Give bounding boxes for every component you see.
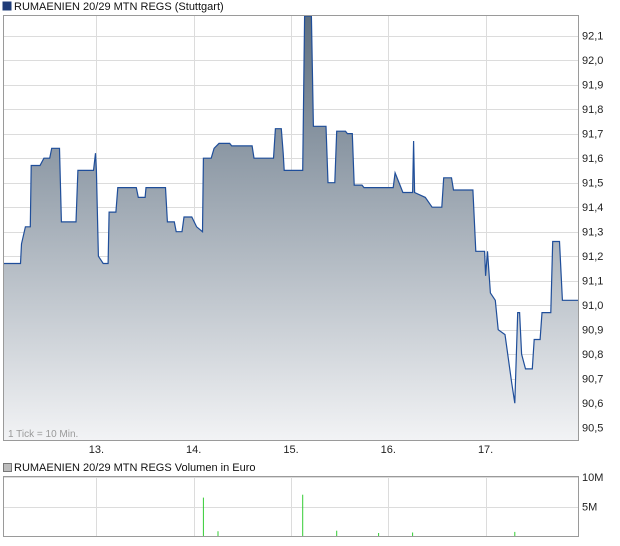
price-x-tick-label: 13. [89,444,104,456]
price-chart: 90,5 90,6 90,7 90,8 90,9 91,0 91,1 91,2 91,3 91,4… [3,15,603,456]
price-x-tick-label: 17. [478,444,493,456]
price-y-tick-label: 92,0 [582,55,603,67]
price-y-tick-label: 90,9 [582,325,603,337]
volume-grid [4,477,578,536]
volume-legend-swatch [3,463,12,472]
price-y-tick-label: 92,1 [582,31,603,43]
price-y-tick-label: 90,5 [582,423,603,435]
price-y-tick-label: 91,4 [582,202,603,214]
price-y-tick-label: 91,2 [582,251,603,263]
price-volume-chart: RUMAENIEN 20/29 MTN REGS (Stuttgart) 90,… [2,1,603,537]
volume-y-tick-label: 5M [582,502,597,514]
price-y-tick-label: 91,5 [582,178,603,190]
price-y-tick-label: 91,3 [582,227,603,239]
price-y-tick-label: 91,7 [582,129,603,141]
price-y-tick-label: 91,8 [582,104,603,116]
price-x-tick-label: 16. [381,444,396,456]
price-legend-swatch [2,1,12,11]
price-y-tick-label: 90,7 [582,374,603,386]
price-y-tick-label: 91,0 [582,300,603,312]
price-x-axis: 13. 14. 15. 16. 17. [89,444,493,456]
price-y-tick-label: 90,8 [582,349,603,361]
price-y-tick-label: 91,6 [582,153,603,165]
volume-bars [202,494,516,536]
volume-y-axis: 5M 10M [582,472,603,514]
volume-legend-label: RUMAENIEN 20/29 MTN REGS Volumen in Euro [14,462,255,474]
tick-note: 1 Tick = 10 Min. [8,429,78,440]
price-y-tick-label: 91,1 [582,276,603,288]
volume-y-tick-label: 10M [582,472,603,484]
price-y-tick-label: 91,9 [582,80,603,92]
price-y-axis: 90,5 90,6 90,7 90,8 90,9 91,0 91,1 91,2 91,3 91,4… [582,31,603,435]
price-y-tick-label: 90,6 [582,398,603,410]
price-x-tick-label: 15. [283,444,298,456]
price-legend-label: RUMAENIEN 20/29 MTN REGS (Stuttgart) [14,1,224,13]
price-x-tick-label: 14. [186,444,201,456]
volume-chart: 5M 10M [3,472,603,537]
